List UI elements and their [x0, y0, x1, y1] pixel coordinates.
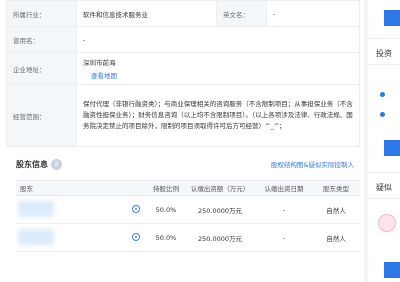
bullet-dot-icon	[380, 112, 385, 117]
shareholder-name-cell[interactable]	[16, 195, 148, 224]
ratio-cell: 50.0%	[148, 223, 184, 252]
side-button-mid[interactable]	[384, 140, 400, 156]
col-type: 股东类型	[312, 180, 360, 196]
ratio-cell: 50.0%	[148, 195, 184, 224]
industry-value: 软件和信息技术服务业	[76, 0, 217, 27]
shareholder-table: 股东 持股比例 认缴出资额（万元） 认缴出资日期 股东类型 50.0% 250.…	[16, 180, 360, 252]
main-panel: 所属行业： 软件和信息技术服务业 英文名： - 曾用名： - 企业地址： 深圳市…	[0, 0, 364, 282]
shareholder-section-header: 股东信息 2	[16, 158, 62, 170]
blurred-name	[18, 229, 54, 245]
side-button-top[interactable]	[384, 10, 400, 26]
invest-title: 投资	[376, 49, 392, 58]
divider	[368, 198, 400, 199]
divider	[368, 172, 400, 173]
address-value: 深圳市前海	[83, 59, 116, 67]
col-ratio: 持股比例	[148, 180, 184, 196]
shareholder-count-badge: 2	[51, 158, 62, 170]
address-cell: 深圳市前海 查看地图	[76, 52, 360, 85]
blurred-name	[18, 201, 54, 217]
address-label: 企业地址：	[6, 52, 77, 85]
shareholder-name-cell[interactable]	[16, 223, 148, 252]
table-row: 50.0% 250.0000万元 - 自然人	[16, 223, 360, 252]
divider	[368, 64, 400, 65]
date-cell: -	[256, 195, 312, 224]
side-button-bottom[interactable]	[384, 262, 400, 278]
divider	[368, 38, 400, 39]
business-info-table: 所属行业： 软件和信息技术服务业 英文名： - 曾用名： - 企业地址： 深圳市…	[6, 0, 360, 147]
en-name-value: -	[266, 0, 360, 27]
bullet-dot-icon	[380, 92, 385, 97]
suspect-title: 疑似	[376, 183, 392, 192]
target-icon[interactable]	[132, 205, 140, 213]
target-icon[interactable]	[132, 233, 140, 241]
scope-label: 经营范围：	[6, 84, 77, 147]
col-date: 认缴出资日期	[256, 180, 312, 196]
amount-cell: 250.0000万元	[184, 195, 256, 224]
former-name-value: -	[76, 26, 360, 53]
right-sidebar: 投资 疑似	[368, 0, 400, 282]
person-avatar-icon[interactable]	[378, 214, 396, 232]
col-shareholder: 股东	[16, 180, 148, 196]
equity-structure-link[interactable]: 股权结构图&疑似实际控制人	[271, 159, 354, 169]
industry-label: 所属行业：	[6, 0, 77, 27]
table-header-row: 股东 持股比例 认缴出资额（万元） 认缴出资日期 股东类型	[16, 180, 360, 196]
shareholder-title: 股东信息	[16, 159, 48, 169]
en-name-label: 英文名：	[216, 0, 267, 27]
view-map-link[interactable]: 查看地图	[83, 70, 353, 80]
amount-cell: 250.0000万元	[184, 223, 256, 252]
col-amount: 认缴出资额（万元）	[184, 180, 256, 196]
table-row: 50.0% 250.0000万元 - 自然人	[16, 195, 360, 224]
scope-value: 保付代理（非银行融资类）；与商业保理相关的咨询服务（不含限制项目；从事担保业务（…	[76, 84, 360, 147]
former-name-label: 曾用名：	[6, 26, 77, 53]
date-cell: -	[256, 223, 312, 252]
type-cell: 自然人	[312, 223, 360, 252]
type-cell: 自然人	[312, 195, 360, 224]
